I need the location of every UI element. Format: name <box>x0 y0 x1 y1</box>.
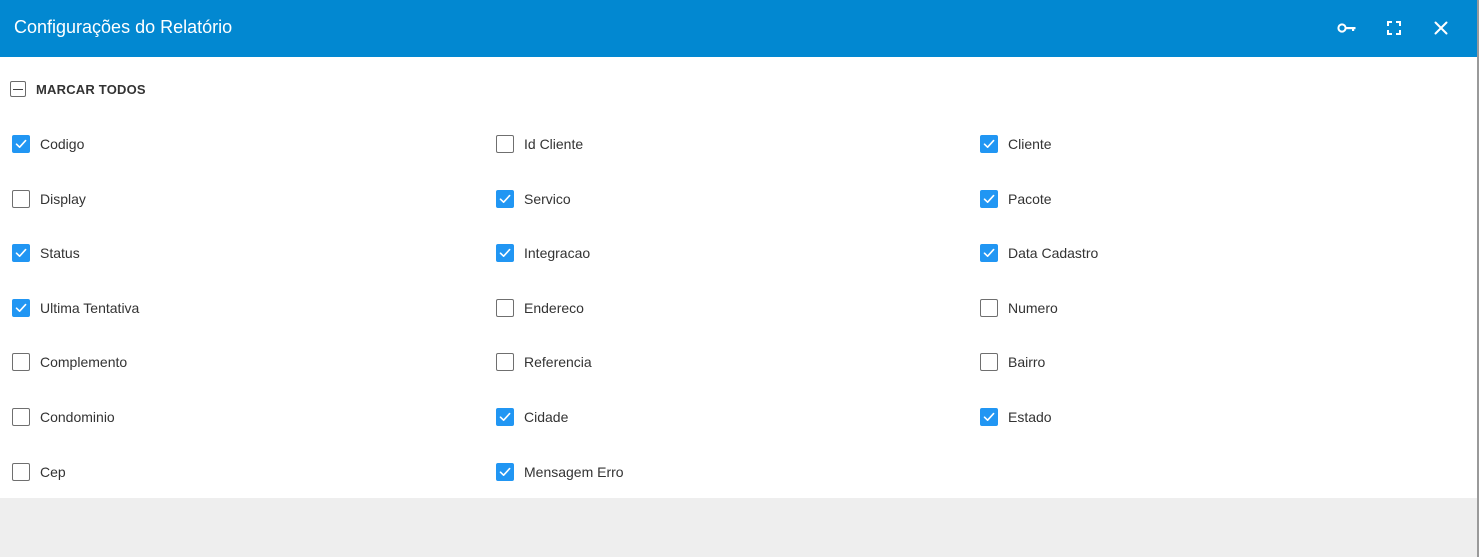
field-checkbox-label: Codigo <box>40 136 85 152</box>
field-checkbox-item[interactable]: Ultima Tentativa <box>12 298 496 317</box>
checkbox-checked-icon[interactable] <box>980 244 998 263</box>
checkbox-checked-icon[interactable] <box>496 462 514 481</box>
key-icon <box>1337 22 1357 34</box>
checkbox-checked-icon[interactable] <box>12 298 30 317</box>
field-checkbox-label: Integracao <box>524 245 591 262</box>
field-checkbox-item[interactable]: Status <box>12 244 496 263</box>
checkbox-checked-icon[interactable] <box>496 189 514 208</box>
field-checkbox-item[interactable]: Mensagem Erro <box>496 462 980 481</box>
field-checkbox-label: Cliente <box>1008 136 1052 152</box>
checkbox-unchecked-icon[interactable] <box>496 353 514 372</box>
field-checkbox-item[interactable]: Numero <box>980 298 1464 317</box>
checkbox-unchecked-icon[interactable] <box>980 353 998 372</box>
fullscreen-button[interactable] <box>1380 14 1408 42</box>
field-checkbox-label: Estado <box>1008 408 1052 425</box>
field-checkbox-label: Referencia <box>524 354 592 371</box>
field-checkbox-item[interactable]: Cep <box>12 462 496 481</box>
fullscreen-icon <box>1387 21 1401 35</box>
field-checkbox-item[interactable]: Data Cadastro <box>980 244 1464 263</box>
checkbox-unchecked-icon[interactable] <box>496 135 514 153</box>
field-checkbox-label: Pacote <box>1008 190 1052 207</box>
field-checkbox-item[interactable]: Endereco <box>496 298 980 317</box>
field-checkbox-label: Condominio <box>40 408 115 425</box>
field-checkbox-label: Display <box>40 190 86 207</box>
field-checkbox-grid: Codigo Id Cliente Cliente Display Servico Pac… <box>12 135 1472 517</box>
field-checkbox-item[interactable]: Cliente <box>980 135 1464 153</box>
checkbox-unchecked-icon[interactable] <box>12 407 30 426</box>
field-checkbox-label: Complemento <box>40 354 128 371</box>
field-checkbox-item[interactable]: Complemento <box>12 353 496 372</box>
field-checkbox-item[interactable]: Estado <box>980 407 1464 426</box>
checkbox-checked-icon[interactable] <box>980 407 998 426</box>
checkbox-checked-icon[interactable] <box>12 244 30 263</box>
checkbox-unchecked-icon[interactable] <box>496 298 514 317</box>
field-checkbox-item[interactable]: Condominio <box>12 407 496 426</box>
checkbox-unchecked-icon[interactable] <box>12 462 30 481</box>
field-checkbox-label: Numero <box>1008 299 1058 316</box>
dialog-content: MARCAR TODOS Codigo Id Cliente Cliente Disp… <box>0 57 1477 498</box>
close-icon <box>1434 21 1448 35</box>
field-checkbox-label: Endereco <box>524 299 584 316</box>
checkbox-checked-icon[interactable] <box>496 407 514 426</box>
dialog-title: Configurações do Relatório <box>14 17 233 37</box>
field-checkbox-item[interactable]: Referencia <box>496 353 980 372</box>
key-button[interactable] <box>1333 14 1361 42</box>
select-all-checkbox[interactable]: MARCAR TODOS <box>10 81 146 97</box>
close-button[interactable] <box>1427 14 1455 42</box>
report-settings-dialog: Configurações do Relatório MARCAR TODOS … <box>0 0 1479 557</box>
field-checkbox-label: Id Cliente <box>524 136 584 152</box>
field-checkbox-item[interactable]: Cidade <box>496 407 980 426</box>
field-checkbox-label: Servico <box>524 190 571 207</box>
field-checkbox-label: Mensagem Erro <box>524 463 624 480</box>
field-checkbox-item[interactable]: Display <box>12 189 496 208</box>
dialog-footer <box>0 498 1477 557</box>
field-checkbox-item[interactable]: Pacote <box>980 189 1464 208</box>
checkbox-checked-icon[interactable] <box>496 244 514 263</box>
field-checkbox-label: Status <box>40 245 80 262</box>
field-checkbox-item[interactable]: Bairro <box>980 353 1464 372</box>
field-checkbox-label: Data Cadastro <box>1008 245 1099 262</box>
indeterminate-checkbox-icon <box>10 81 26 97</box>
dialog-titlebar: Configurações do Relatório <box>0 0 1477 57</box>
checkbox-checked-icon[interactable] <box>980 135 998 153</box>
checkbox-unchecked-icon[interactable] <box>12 189 30 208</box>
checkbox-checked-icon[interactable] <box>12 135 30 153</box>
field-checkbox-item[interactable]: Integracao <box>496 244 980 263</box>
field-checkbox-label: Bairro <box>1008 354 1046 371</box>
checkbox-unchecked-icon[interactable] <box>12 353 30 372</box>
checkbox-checked-icon[interactable] <box>980 189 998 208</box>
select-all-label: MARCAR TODOS <box>36 81 146 97</box>
field-checkbox-label: Cep <box>40 463 66 480</box>
field-checkbox-item[interactable]: Servico <box>496 189 980 208</box>
field-checkbox-item[interactable]: Id Cliente <box>496 135 980 153</box>
field-checkbox-label: Ultima Tentativa <box>40 299 140 316</box>
checkbox-unchecked-icon[interactable] <box>980 298 998 317</box>
field-checkbox-label: Cidade <box>524 408 569 425</box>
field-checkbox-item[interactable]: Codigo <box>12 135 496 153</box>
